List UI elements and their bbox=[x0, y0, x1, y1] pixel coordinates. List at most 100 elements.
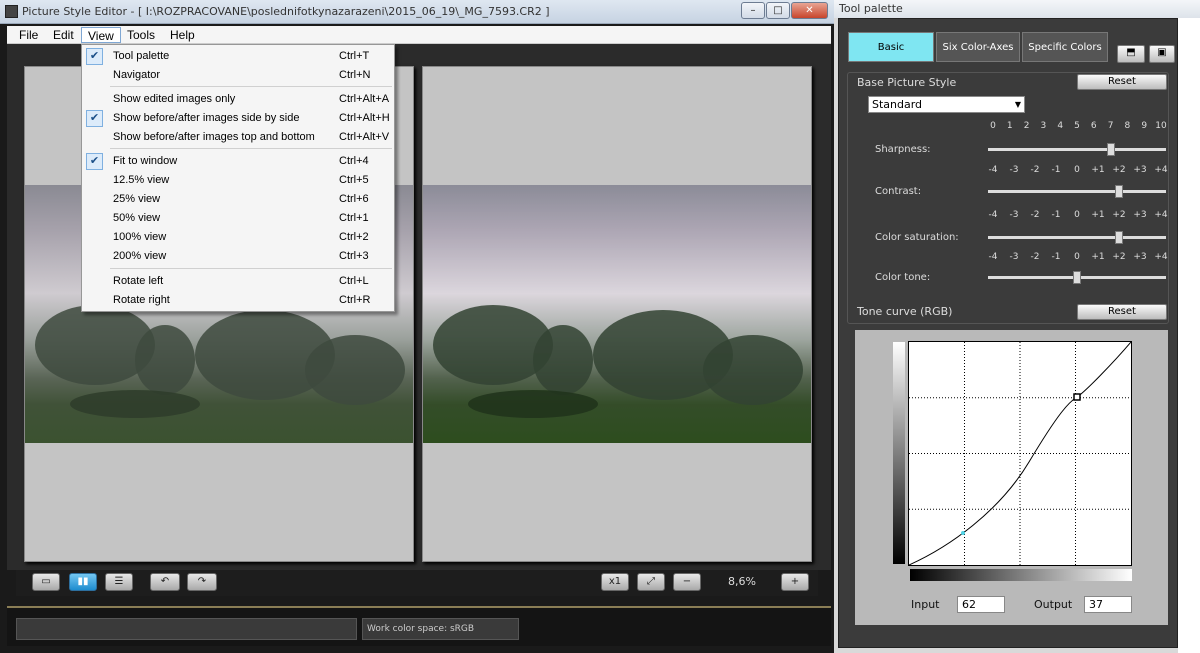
view-menu-item[interactable]: Rotate right Ctrl+R bbox=[83, 291, 393, 310]
tone-curve-graph[interactable] bbox=[908, 341, 1132, 566]
saturation-slider[interactable] bbox=[988, 236, 1166, 239]
tab-specific-colors[interactable]: Specific Colors bbox=[1022, 32, 1108, 62]
zoom-in-icon[interactable]: + bbox=[781, 573, 809, 591]
slider-tick-label: 9 bbox=[1141, 121, 1148, 131]
input-gradient bbox=[910, 569, 1132, 581]
view-menu-item-label: Show before/after images top and bottom bbox=[113, 131, 315, 143]
rotate-right-button[interactable]: ↷ bbox=[187, 573, 217, 591]
view-menu-item-shortcut: Ctrl+6 bbox=[339, 193, 369, 205]
slider-thumb[interactable] bbox=[1115, 231, 1123, 244]
view-menu-item[interactable]: Navigator Ctrl+N bbox=[83, 66, 393, 85]
side-by-side-button[interactable]: ▮▮ bbox=[69, 573, 97, 591]
view-menu-item[interactable]: 50% view Ctrl+1 bbox=[83, 209, 393, 228]
view-menu-item[interactable]: 100% view Ctrl+2 bbox=[83, 228, 393, 247]
contrast-slider[interactable] bbox=[988, 190, 1166, 193]
menu-edit[interactable]: Edit bbox=[47, 27, 80, 43]
slider-tick-label: +3 bbox=[1133, 252, 1147, 262]
slider-tick-label: -2 bbox=[1030, 252, 1040, 262]
input-field[interactable]: 62 bbox=[957, 596, 1005, 613]
view-menu-item[interactable]: ✔ Fit to window Ctrl+4 bbox=[83, 152, 393, 171]
view-toolbar: ▭ ▮▮ ☰ ↶ ↷ x1 ⤢ − + bbox=[16, 570, 818, 596]
view-menu-item[interactable]: 25% view Ctrl+6 bbox=[83, 190, 393, 209]
view-menu-item[interactable]: Show edited images only Ctrl+Alt+A bbox=[83, 90, 393, 109]
checkmark-icon: ✔ bbox=[86, 153, 103, 170]
status-message-box bbox=[16, 618, 357, 640]
slider-tick-label: -1 bbox=[1051, 210, 1061, 220]
input-label: Input bbox=[911, 598, 940, 611]
view-menu-item[interactable]: Show before/after images top and bottom C… bbox=[83, 128, 393, 147]
view-menu-item-label: 100% view bbox=[113, 231, 167, 243]
close-button[interactable]: ✕ bbox=[791, 2, 828, 19]
view-menu-item-shortcut: Ctrl+Alt+V bbox=[339, 131, 390, 143]
menu-separator bbox=[110, 86, 392, 87]
slider-tick-label: +3 bbox=[1133, 165, 1147, 175]
actual-size-button[interactable]: x1 bbox=[601, 573, 629, 591]
menu-help[interactable]: Help bbox=[164, 27, 201, 43]
slider-tick-label: +2 bbox=[1112, 210, 1126, 220]
slider-tick-label: 0 bbox=[1074, 252, 1080, 262]
slider-tick-label: 7 bbox=[1107, 121, 1114, 131]
view-menu-item[interactable]: ✔ Tool palette Ctrl+T bbox=[83, 47, 393, 66]
view-menu-item[interactable]: ✔ Show before/after images side by side Ct… bbox=[83, 109, 393, 128]
rotate-left-button[interactable]: ↶ bbox=[150, 573, 180, 591]
maximize-button[interactable]: □ bbox=[766, 2, 790, 19]
fit-to-window-button[interactable]: ⤢ bbox=[637, 573, 665, 591]
slider-tick-label: 10 bbox=[1155, 121, 1167, 131]
view-menu-item-label: 25% view bbox=[113, 193, 161, 205]
view-menu-item-shortcut: Ctrl+Alt+H bbox=[339, 112, 390, 124]
slider-thumb[interactable] bbox=[1106, 143, 1115, 156]
save-icon[interactable]: ▣ bbox=[1149, 45, 1175, 63]
single-view-button[interactable]: ▭ bbox=[32, 573, 60, 591]
slider-thumb[interactable] bbox=[1073, 271, 1081, 284]
tab-basic[interactable]: Basic bbox=[848, 32, 934, 62]
color-tone-label: Color tone: bbox=[875, 272, 931, 283]
menu-tools[interactable]: Tools bbox=[121, 27, 161, 43]
slider-tick-label: -3 bbox=[1009, 252, 1019, 262]
menu-separator bbox=[110, 148, 392, 149]
curve-control-point[interactable] bbox=[1073, 393, 1081, 401]
open-file-icon[interactable]: ⬒ bbox=[1117, 45, 1145, 63]
tab-six-color-axes[interactable]: Six Color-Axes bbox=[936, 32, 1020, 62]
checkmark-icon: ✔ bbox=[86, 48, 103, 65]
slider-tick-label: +1 bbox=[1091, 165, 1105, 175]
slider-tick-label: +4 bbox=[1154, 210, 1168, 220]
slider-tick-label: -4 bbox=[988, 252, 998, 262]
slider-tick-label: +1 bbox=[1091, 210, 1105, 220]
output-field[interactable]: 37 bbox=[1084, 596, 1132, 613]
tool-palette-titlebar: Tool palette bbox=[834, 0, 1200, 18]
picture-style-value: Standard bbox=[872, 98, 923, 111]
view-menu-item-shortcut: Ctrl+T bbox=[339, 50, 370, 62]
top-bottom-button[interactable]: ☰ bbox=[105, 573, 133, 591]
view-menu-item-label: Navigator bbox=[113, 69, 161, 81]
slider-tick-label: +2 bbox=[1112, 252, 1126, 262]
slider-tick-label: 4 bbox=[1057, 121, 1064, 131]
slider-tick-label: 3 bbox=[1040, 121, 1047, 131]
sharpness-slider[interactable] bbox=[988, 148, 1166, 151]
view-menu-item[interactable]: 12.5% view Ctrl+5 bbox=[83, 171, 393, 190]
view-menu-item-shortcut: Ctrl+1 bbox=[339, 212, 369, 224]
view-menu-item-label: Show edited images only bbox=[113, 93, 236, 105]
reset-curve-button[interactable]: Reset bbox=[1077, 304, 1167, 320]
checkmark-icon: ✔ bbox=[86, 110, 103, 127]
curve-cursor-marker bbox=[961, 531, 965, 535]
app-icon bbox=[5, 5, 18, 18]
menu-view[interactable]: View bbox=[81, 27, 121, 43]
after-image-pane[interactable] bbox=[422, 66, 812, 562]
reset-style-button[interactable]: Reset bbox=[1077, 74, 1167, 90]
slider-thumb[interactable] bbox=[1115, 185, 1123, 198]
menu-file[interactable]: File bbox=[13, 27, 44, 43]
window-title: Picture Style Editor - [ I:\ROZPRACOVANE… bbox=[22, 5, 550, 18]
view-menu-item[interactable]: 200% view Ctrl+3 bbox=[83, 247, 393, 266]
slider-tick-label: 6 bbox=[1090, 121, 1097, 131]
view-menu-item-shortcut: Ctrl+5 bbox=[339, 174, 369, 186]
view-menu-item[interactable]: Rotate left Ctrl+L bbox=[83, 272, 393, 291]
view-menu-dropdown: ✔ Tool palette Ctrl+T Navigator Ctrl+N Show e… bbox=[81, 44, 395, 312]
picture-style-select[interactable]: Standard ▼ bbox=[868, 96, 1025, 113]
view-menu-item-shortcut: Ctrl+4 bbox=[339, 155, 369, 167]
slider-tick-label: +3 bbox=[1133, 210, 1147, 220]
zoom-out-icon[interactable]: − bbox=[673, 573, 701, 591]
sharpness-label: Sharpness: bbox=[875, 144, 931, 155]
base-picture-style-label: Base Picture Style bbox=[857, 76, 957, 89]
minimize-button[interactable]: – bbox=[741, 2, 765, 19]
view-menu-item-label: 200% view bbox=[113, 250, 167, 262]
